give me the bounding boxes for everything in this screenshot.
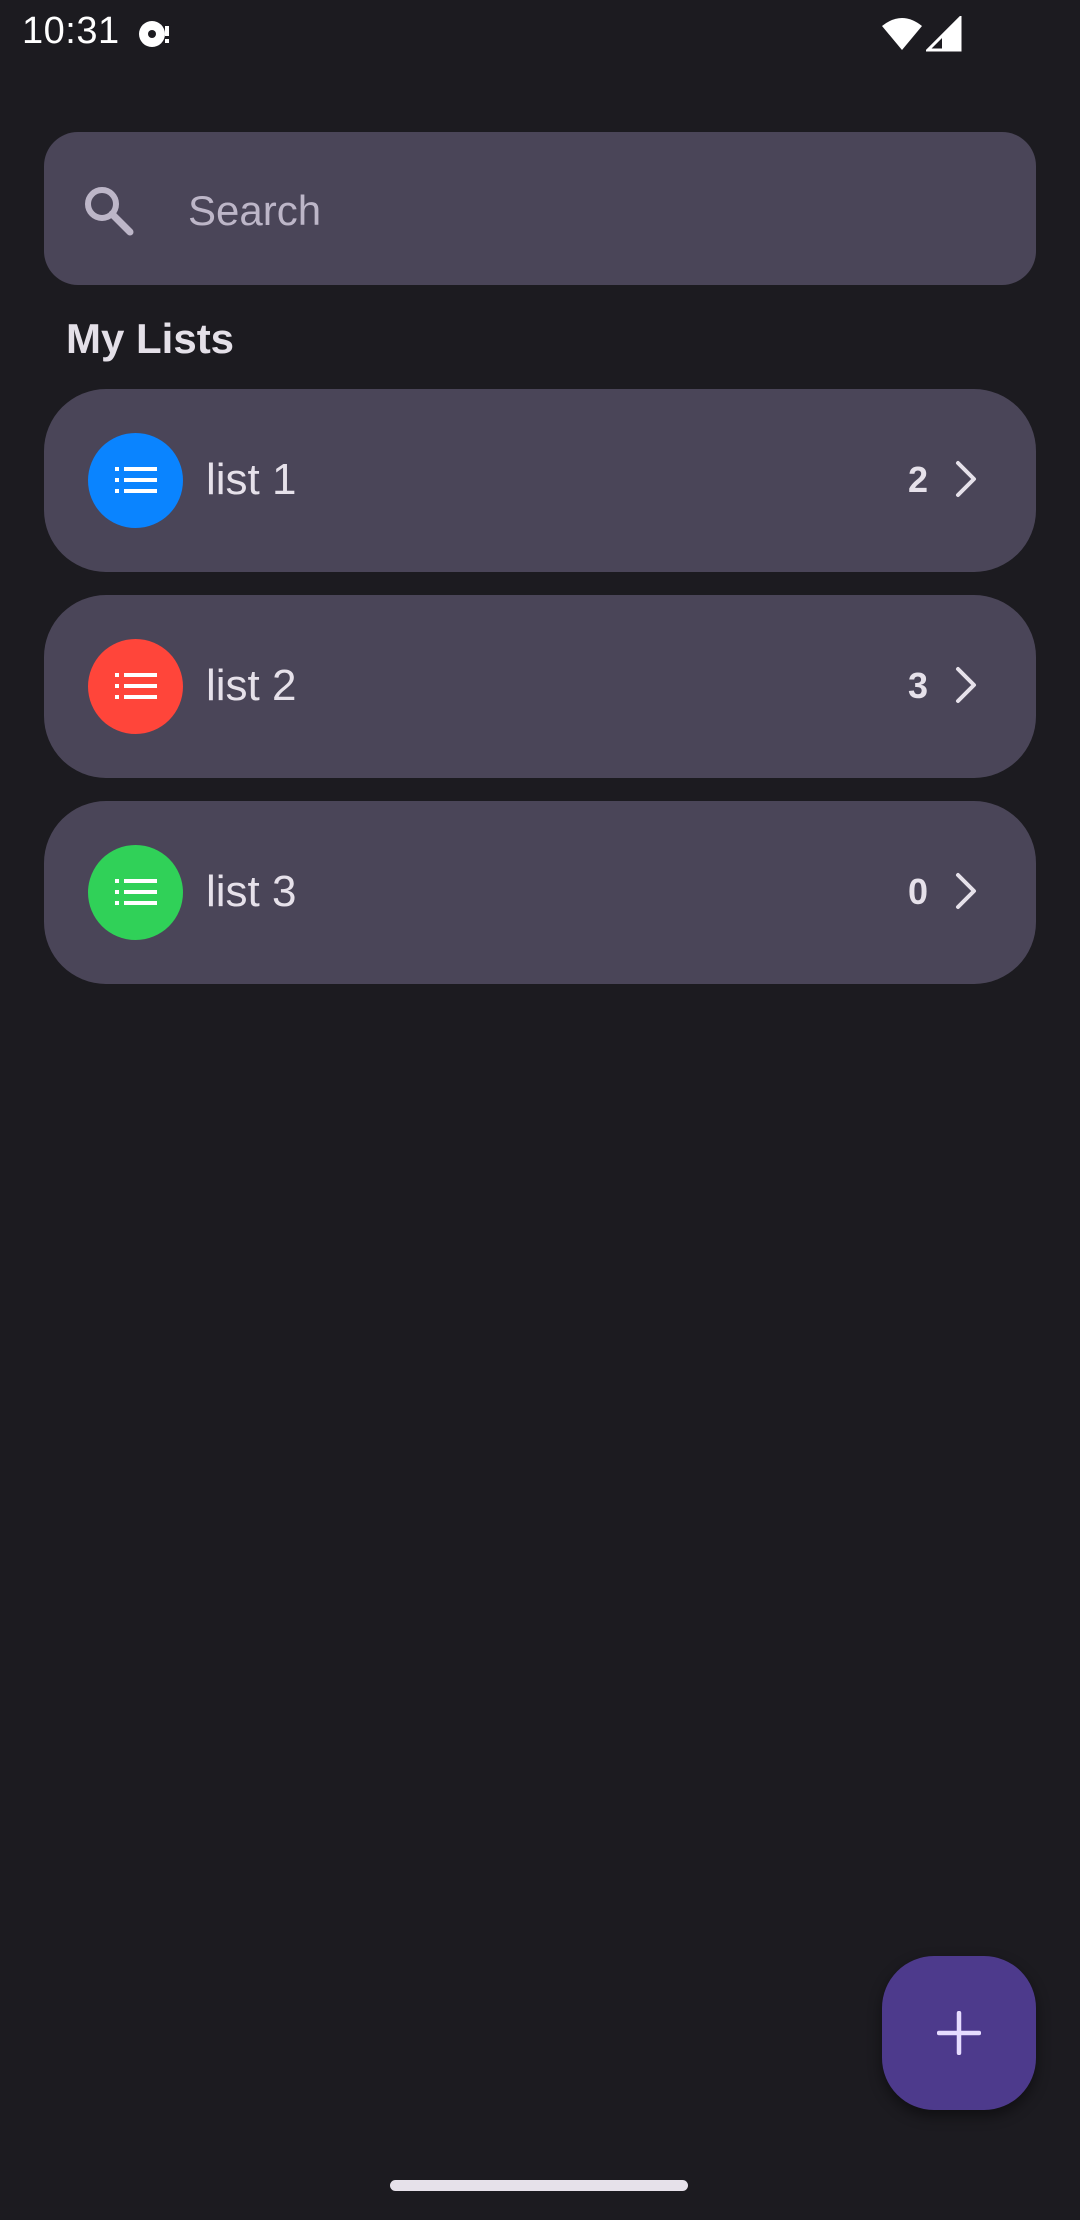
chevron-right-icon [956,667,976,703]
list-avatar [88,433,183,528]
notification-icon [139,21,169,47]
list-name: list 2 [206,661,297,710]
list-name: list 1 [206,455,297,504]
wifi-icon [882,18,922,50]
status-bar: 10:31 [0,0,1080,68]
list-count: 3 [907,665,928,706]
list-avatar [88,639,183,734]
chevron-right-icon [956,461,976,497]
list-count: 2 [907,459,928,500]
list-bullet-icon [115,467,157,493]
list-item[interactable]: list 2 3 [44,595,1036,778]
search-icon [85,187,134,236]
home-indicator[interactable] [390,2180,688,2191]
list-count: 0 [907,871,928,912]
list-avatar [88,845,183,940]
search-input[interactable]: Search [188,186,321,236]
screen: 10:31 Search My Lists list 1 2 list 2 3 … [0,0,1080,2220]
plus-icon [937,2011,981,2055]
add-list-button[interactable] [882,1956,1036,2110]
list-item[interactable]: list 1 2 [44,389,1036,572]
list-name: list 3 [206,867,297,916]
section-title: My Lists [66,315,235,362]
status-time: 10:31 [22,10,120,52]
list-item[interactable]: list 3 0 [44,801,1036,984]
list-bullet-icon [115,879,157,905]
signal-icon [926,16,962,52]
chevron-right-icon [956,873,976,909]
list-bullet-icon [115,673,157,699]
